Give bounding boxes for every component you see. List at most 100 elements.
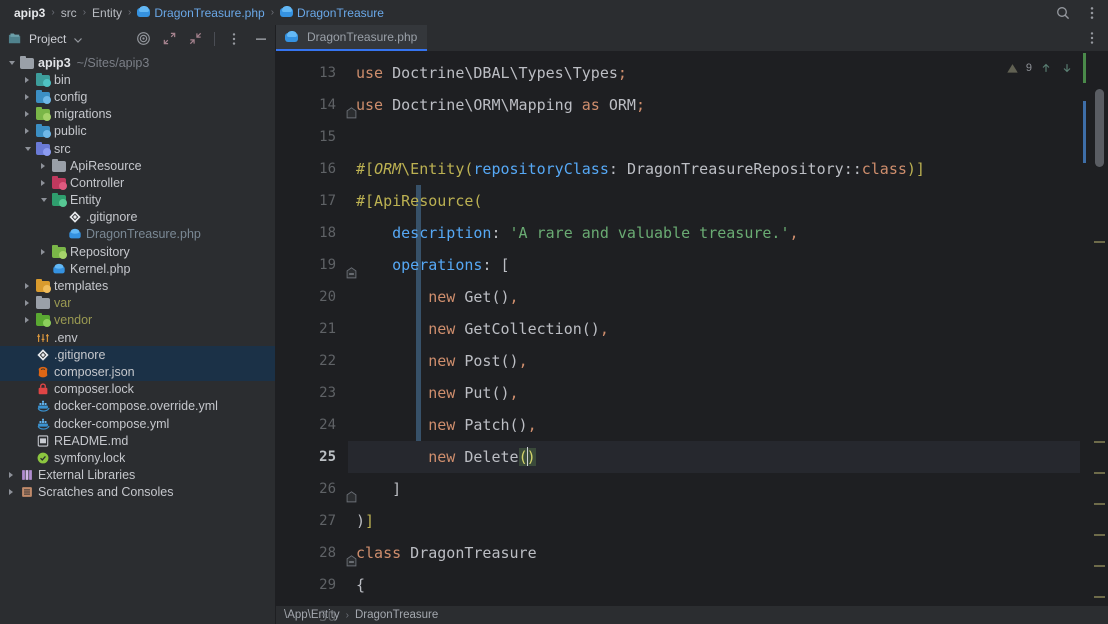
tree-item-apip3[interactable]: apip3 ~/Sites/apip3 bbox=[0, 54, 275, 71]
code-line[interactable]: use Doctrine\ORM\Mapping as ORM; bbox=[348, 89, 1080, 121]
code-line[interactable]: new Get(), bbox=[348, 281, 1080, 313]
warning-marker[interactable] bbox=[1094, 534, 1105, 536]
tree-item-docker-compose-override-yml[interactable]: docker-compose.override.yml bbox=[0, 398, 275, 415]
chevron-right-icon[interactable] bbox=[23, 109, 34, 120]
chevron-right-icon[interactable] bbox=[39, 160, 50, 171]
chevron-down-icon[interactable] bbox=[72, 33, 84, 45]
tree-item-var[interactable]: var bbox=[0, 295, 275, 312]
tree-item-config[interactable]: config bbox=[0, 88, 275, 105]
project-tree[interactable]: apip3 ~/Sites/apip3 bin config migrations pub… bbox=[0, 52, 275, 624]
hide-panel-icon[interactable] bbox=[253, 31, 269, 47]
line-number[interactable]: 21 bbox=[276, 313, 348, 345]
warning-marker[interactable] bbox=[1094, 565, 1105, 567]
tree-item-env[interactable]: .env bbox=[0, 329, 275, 346]
tree-item-gitignore[interactable]: .gitignore bbox=[0, 209, 275, 226]
line-number[interactable]: 25 bbox=[276, 441, 350, 473]
line-number[interactable]: 13 bbox=[276, 57, 348, 89]
kebab-menu-icon[interactable] bbox=[1084, 5, 1100, 21]
tree-item-symfony-lock[interactable]: symfony.lock bbox=[0, 449, 275, 466]
line-number[interactable]: 30 bbox=[276, 601, 348, 624]
code-line[interactable]: class DragonTreasure bbox=[348, 537, 1080, 569]
tree-item-docker-compose-yml[interactable]: docker-compose.yml bbox=[0, 415, 275, 432]
chevron-right-icon[interactable] bbox=[39, 246, 50, 257]
line-number[interactable]: 27 bbox=[276, 505, 348, 537]
marker-scrollbar[interactable] bbox=[1080, 51, 1108, 606]
tree-item-scratches-and-consoles[interactable]: Scratches and Consoles bbox=[0, 484, 275, 501]
code-line[interactable]: )] bbox=[348, 505, 1080, 537]
code-line[interactable]: #[ApiResource( bbox=[348, 185, 1080, 217]
warning-marker[interactable] bbox=[1094, 241, 1105, 243]
tree-item-controller[interactable]: Controller bbox=[0, 174, 275, 191]
warning-marker[interactable] bbox=[1094, 503, 1105, 505]
inspection-widget[interactable]: 9 bbox=[1006, 61, 1074, 75]
line-number[interactable]: 19 bbox=[276, 249, 357, 281]
chevron-right-icon[interactable] bbox=[23, 91, 34, 102]
breadcrumb-item-file[interactable]: DragonTreasure.php bbox=[154, 6, 264, 20]
statusbar-class[interactable]: DragonTreasure bbox=[355, 609, 438, 621]
tree-item-entity[interactable]: Entity bbox=[0, 192, 275, 209]
tree-item-repository[interactable]: Repository bbox=[0, 243, 275, 260]
code-line[interactable]: new Put(), bbox=[348, 377, 1080, 409]
breadcrumb-item-project[interactable]: apip3 bbox=[14, 6, 45, 20]
line-number[interactable]: 15 bbox=[276, 121, 348, 153]
warning-marker[interactable] bbox=[1094, 596, 1105, 598]
warning-marker[interactable] bbox=[1094, 472, 1105, 474]
tree-item-dragontreasure-php[interactable]: DragonTreasure.php bbox=[0, 226, 275, 243]
code-line[interactable]: new GetCollection(), bbox=[348, 313, 1080, 345]
chevron-down-icon[interactable] bbox=[39, 195, 50, 206]
chevron-right-icon[interactable] bbox=[7, 470, 18, 481]
line-number[interactable]: 17 bbox=[276, 185, 348, 217]
tree-item-composer-lock[interactable]: composer.lock bbox=[0, 381, 275, 398]
line-number[interactable]: 26 bbox=[276, 473, 357, 505]
tree-item-public[interactable]: public bbox=[0, 123, 275, 140]
select-opened-file-icon[interactable] bbox=[136, 31, 151, 46]
collapse-all-icon[interactable] bbox=[188, 31, 203, 46]
tree-item-apiresource[interactable]: ApiResource bbox=[0, 157, 275, 174]
code-line[interactable]: #[ORM\Id] bbox=[348, 601, 1080, 606]
chevron-right-icon[interactable] bbox=[23, 126, 34, 137]
line-number[interactable]: 29 bbox=[276, 569, 348, 601]
chevron-right-icon[interactable] bbox=[23, 315, 34, 326]
line-number[interactable]: 28 bbox=[276, 537, 357, 569]
tree-item-migrations[interactable]: migrations bbox=[0, 106, 275, 123]
chevron-down-icon[interactable] bbox=[7, 57, 18, 68]
tree-item-composer-json[interactable]: composer.json bbox=[0, 363, 275, 381]
breadcrumb-item-entity[interactable]: Entity bbox=[92, 6, 122, 20]
arrow-down-icon[interactable] bbox=[1060, 61, 1074, 75]
line-number[interactable]: 20 bbox=[276, 281, 348, 313]
chevron-right-icon[interactable] bbox=[7, 487, 18, 498]
expand-all-icon[interactable] bbox=[162, 31, 177, 46]
tree-item-kernel-php[interactable]: Kernel.php bbox=[0, 260, 275, 277]
editor-tab-dragontreasure[interactable]: DragonTreasure.php bbox=[276, 25, 428, 51]
chevron-right-icon[interactable] bbox=[23, 281, 34, 292]
code-line[interactable] bbox=[348, 121, 1080, 153]
line-number[interactable]: 22 bbox=[276, 345, 348, 377]
tree-item-external-libraries[interactable]: External Libraries bbox=[0, 467, 275, 484]
tree-item-src[interactable]: src bbox=[0, 140, 275, 157]
line-number[interactable]: 14 bbox=[276, 89, 357, 121]
tree-item-gitignore[interactable]: .gitignore bbox=[0, 346, 275, 364]
tree-item-templates[interactable]: templates bbox=[0, 277, 275, 294]
chevron-right-icon[interactable] bbox=[23, 298, 34, 309]
code-line[interactable]: new Delete() bbox=[348, 441, 1080, 473]
line-number[interactable]: 18 bbox=[276, 217, 348, 249]
code-content[interactable]: use Doctrine\DBAL\Types\Types; use Doctri… bbox=[348, 51, 1080, 606]
kebab-menu-icon[interactable] bbox=[1084, 30, 1100, 46]
chevron-down-icon[interactable] bbox=[23, 143, 34, 154]
code-line[interactable]: description: 'A rare and valuable treasu… bbox=[348, 217, 1080, 249]
chevron-right-icon[interactable] bbox=[23, 74, 34, 85]
scrollbar-thumb[interactable] bbox=[1095, 89, 1104, 167]
line-number-gutter[interactable]: 13 14 15 16 17 18 19 20 21 22 23 24 25 26 27 28 29 30 bbox=[276, 51, 357, 624]
warning-marker[interactable] bbox=[1094, 441, 1105, 443]
search-icon[interactable] bbox=[1055, 5, 1071, 21]
code-line[interactable]: #[ORM\Entity(repositoryClass: DragonTrea… bbox=[348, 153, 1080, 185]
tree-item-vendor[interactable]: vendor bbox=[0, 312, 275, 329]
code-line[interactable]: new Patch(), bbox=[348, 409, 1080, 441]
line-number[interactable]: 24 bbox=[276, 409, 348, 441]
code-line[interactable]: operations: [ bbox=[348, 249, 1080, 281]
code-line[interactable]: new Post(), bbox=[348, 345, 1080, 377]
code-line[interactable]: { bbox=[348, 569, 1080, 601]
breadcrumb-item-class[interactable]: DragonTreasure bbox=[297, 6, 384, 20]
code-line[interactable]: ] bbox=[348, 473, 1080, 505]
chevron-right-icon[interactable] bbox=[39, 177, 50, 188]
